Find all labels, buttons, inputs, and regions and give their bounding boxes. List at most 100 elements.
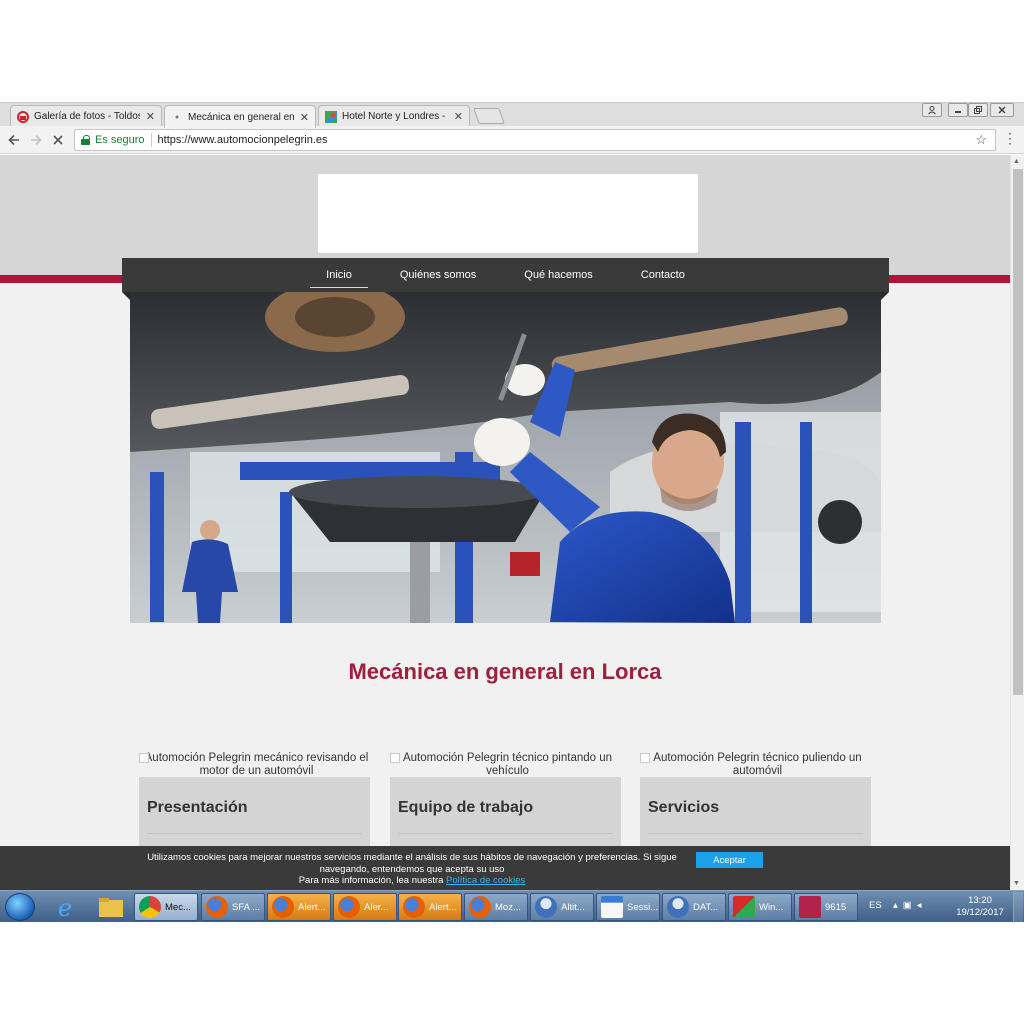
tray-icons[interactable]: ▴▣◂ xyxy=(893,900,927,911)
stop-loading-icon[interactable] xyxy=(48,130,68,150)
taskbar: e Mec... SFA ... Alert... Aler... Alert.… xyxy=(0,890,1024,922)
taskbar-item[interactable]: Alert... xyxy=(267,893,331,921)
taskbar-item-label: Alert... xyxy=(298,901,326,913)
screen: Galería de fotos - Toldos ✕ Mecánica en … xyxy=(0,0,1024,1024)
card-panel[interactable]: Presentación xyxy=(139,777,370,857)
forward-arrow-icon[interactable] xyxy=(26,130,46,150)
cookie-message: Utilizamos cookies para mejorar nuestros… xyxy=(147,852,677,875)
scroll-down-icon[interactable]: ▼ xyxy=(1013,880,1020,887)
tab-title: Galería de fotos - Toldos xyxy=(34,111,140,122)
close-tab-icon[interactable]: ✕ xyxy=(146,110,155,123)
tab-title: Hotel Norte y Londres - xyxy=(342,111,446,122)
card-panel[interactable]: Servicios xyxy=(640,777,871,857)
broken-image: Automoción Pelegrin técnico pintando un … xyxy=(390,752,621,777)
show-hidden-icons-icon[interactable]: ▴ xyxy=(893,900,903,911)
new-tab-button[interactable] xyxy=(473,108,505,124)
image-alt-text: Automoción Pelegrin técnico puliendo un … xyxy=(653,752,862,777)
chrome-icon xyxy=(139,896,161,918)
tab-galeria[interactable]: Galería de fotos - Toldos ✕ xyxy=(10,105,162,127)
close-tab-icon[interactable]: ✕ xyxy=(300,111,309,124)
image-alt-text: Automoción Pelegrin mecánico revisando e… xyxy=(144,752,369,777)
show-desktop-button[interactable] xyxy=(1013,892,1023,922)
card-title[interactable]: Presentación xyxy=(147,799,362,817)
language-indicator[interactable]: ES xyxy=(869,900,882,911)
menu-dots-icon[interactable]: ⋮ xyxy=(1003,130,1017,147)
taskbar-item-label: Sessi... xyxy=(627,901,659,913)
scroll-up-icon[interactable]: ▲ xyxy=(1013,158,1020,165)
firefox-icon xyxy=(272,896,294,918)
accept-cookies-button[interactable]: Aceptar xyxy=(696,852,763,868)
red-logo-icon xyxy=(17,110,29,123)
taskbar-item[interactable]: Mec... xyxy=(134,893,198,921)
taskbar-item[interactable]: Aler... xyxy=(333,893,397,921)
page-viewport: Inicio Quiénes somos Qué hacemos Contact… xyxy=(0,155,1010,890)
taskbar-item[interactable]: Altit... xyxy=(530,893,594,921)
close-window-icon[interactable] xyxy=(990,103,1014,117)
nav-contacto[interactable]: Contacto xyxy=(625,258,701,292)
address-bar[interactable]: Es seguro https://www.automocionpelegrin… xyxy=(74,129,996,151)
network-icon[interactable]: ▣ xyxy=(903,900,917,911)
access-icon xyxy=(799,896,821,918)
cookie-policy-link[interactable]: Política de cookies xyxy=(446,875,525,886)
minimize-icon[interactable] xyxy=(948,103,968,117)
taskbar-item[interactable]: 9615 xyxy=(794,893,858,921)
profile-icon[interactable] xyxy=(922,103,942,117)
taskbar-item[interactable]: Sessi... xyxy=(596,893,660,921)
divider xyxy=(648,833,863,834)
tab-hotel[interactable]: Hotel Norte y Londres - ✕ xyxy=(318,105,470,127)
cookie-more-info: Para más información, lea nuestra xyxy=(298,875,444,886)
taskbar-item-label: DAT... xyxy=(693,901,719,913)
clock-time: 13:20 xyxy=(968,895,992,906)
taskbar-item[interactable]: Moz... xyxy=(464,893,528,921)
system-clock[interactable]: 13:20 19/12/2017 xyxy=(950,895,1010,919)
tab-mecanica[interactable]: Mecánica en general en L ✕ xyxy=(164,105,316,128)
users-icon xyxy=(535,896,557,918)
divider xyxy=(398,833,613,834)
close-tab-icon[interactable]: ✕ xyxy=(454,110,463,123)
nav-inicio[interactable]: Inicio xyxy=(310,258,368,292)
back-arrow-icon[interactable] xyxy=(4,130,24,150)
start-button[interactable] xyxy=(5,893,35,921)
users-icon xyxy=(667,896,689,918)
taskbar-item-label: Alert... xyxy=(429,901,457,913)
main-nav: Inicio Quiénes somos Qué hacemos Contact… xyxy=(122,258,889,300)
firefox-icon xyxy=(206,896,228,918)
clock-date: 19/12/2017 xyxy=(956,907,1004,918)
page-icon xyxy=(171,111,183,123)
folder-icon[interactable] xyxy=(96,893,126,921)
svg-text:e: e xyxy=(58,894,72,921)
cookie-banner: Utilizamos cookies para mejorar nuestros… xyxy=(0,846,1010,890)
card-equipo: Automoción Pelegrin técnico pintando un … xyxy=(390,752,621,857)
nav-quienes-somos[interactable]: Quiénes somos xyxy=(384,258,492,292)
taskbar-item[interactable]: SFA ... xyxy=(201,893,265,921)
nav-que-hacemos[interactable]: Qué hacemos xyxy=(508,258,608,292)
taskbar-item[interactable]: DAT... xyxy=(662,893,726,921)
taskbar-item[interactable]: Win... xyxy=(728,893,792,921)
window-icon xyxy=(601,896,623,918)
taskbar-item-label: Altit... xyxy=(561,901,585,913)
site-logo[interactable] xyxy=(318,174,698,253)
volume-icon[interactable]: ◂ xyxy=(917,900,927,911)
bookmark-star-icon[interactable]: ☆ xyxy=(975,132,987,148)
broken-image-icon xyxy=(139,753,149,763)
ie-icon[interactable]: e xyxy=(52,893,82,922)
taskbar-item-label: SFA ... xyxy=(232,901,260,913)
secure-label: Es seguro xyxy=(95,134,145,146)
restore-icon[interactable] xyxy=(968,103,988,117)
url-text: https://www.automocionpelegrin.es xyxy=(157,134,328,146)
taskbar-item-label: Moz... xyxy=(495,901,521,913)
broken-image: Automoción Pelegrin mecánico revisando e… xyxy=(139,752,370,777)
broken-image: Automoción Pelegrin técnico puliendo un … xyxy=(640,752,871,777)
card-presentacion: Automoción Pelegrin mecánico revisando e… xyxy=(139,752,370,857)
cookie-text-block: Utilizamos cookies para mejorar nuestros… xyxy=(138,852,686,887)
card-title[interactable]: Equipo de trabajo xyxy=(398,799,613,817)
card-panel[interactable]: Equipo de trabajo xyxy=(390,777,621,857)
page-title: Mecánica en general en Lorca xyxy=(348,659,662,684)
broken-image-icon xyxy=(390,753,400,763)
scrollbar-thumb[interactable] xyxy=(1013,169,1023,695)
vertical-scrollbar[interactable]: ▲ ▼ xyxy=(1010,155,1024,890)
taskbar-item[interactable]: Alert... xyxy=(398,893,462,921)
taskbar-item-label: Mec... xyxy=(165,901,191,913)
card-title[interactable]: Servicios xyxy=(648,799,863,817)
card-servicios: Automoción Pelegrin técnico puliendo un … xyxy=(640,752,871,857)
